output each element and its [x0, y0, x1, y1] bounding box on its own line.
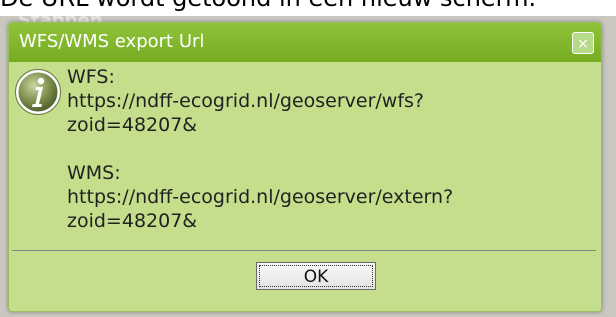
- close-button[interactable]: ×: [572, 32, 594, 54]
- wms-label: WMS:: [67, 162, 121, 184]
- ok-button[interactable]: OK: [256, 262, 376, 290]
- wms-url-line2: zoid=48207&: [67, 210, 198, 232]
- wms-url-line1: https://ndff-ecogrid.nl/geoserver/extern…: [67, 186, 454, 208]
- dialog-title: WFS/WMS export Url: [19, 31, 205, 52]
- export-url-message: WFS: https://ndff-ecogrid.nl/geoserver/w…: [67, 65, 587, 233]
- dialog-body: WFS: https://ndff-ecogrid.nl/geoserver/w…: [9, 62, 601, 311]
- wfs-url-line1: https://ndff-ecogrid.nl/geoserver/wfs?: [67, 90, 425, 112]
- wfs-url-line2: zoid=48207&: [67, 114, 198, 136]
- info-icon: [15, 69, 61, 115]
- footer-divider: [12, 250, 596, 251]
- dialog-titlebar[interactable]: WFS/WMS export Url ×: [9, 23, 601, 62]
- export-url-dialog: WFS/WMS export Url × WFS: https://ndff-e…: [8, 22, 602, 312]
- wfs-label: WFS:: [67, 66, 115, 88]
